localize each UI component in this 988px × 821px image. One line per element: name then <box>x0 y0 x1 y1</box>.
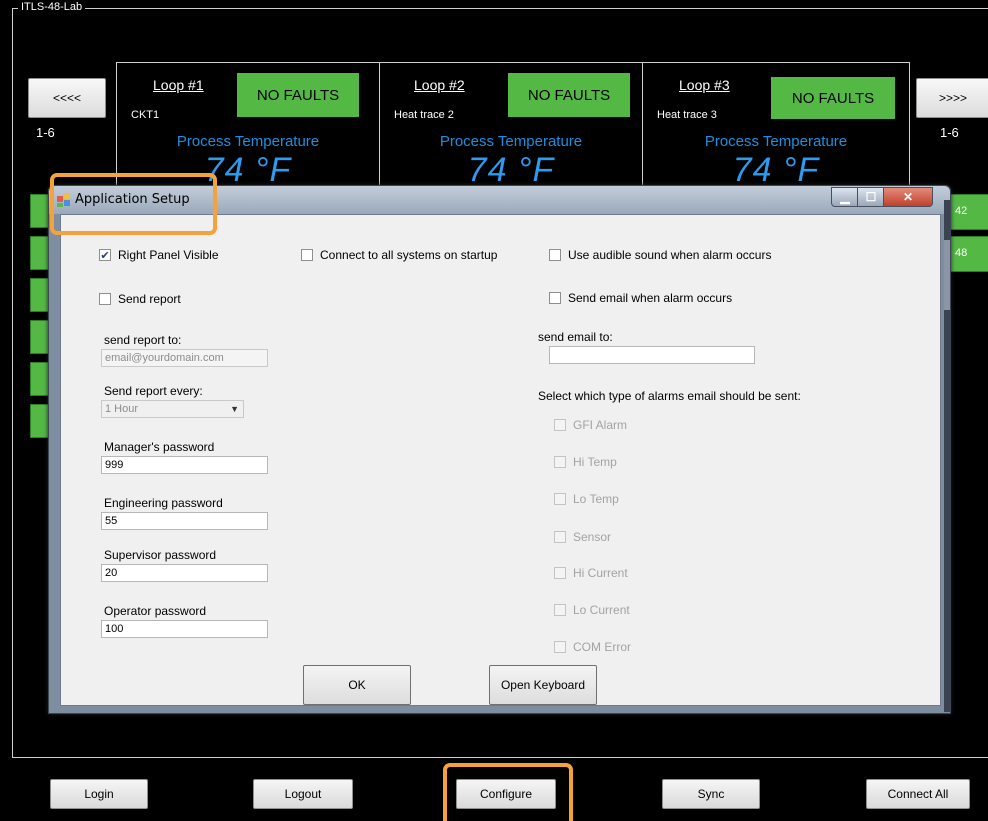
checkbox-box <box>554 531 566 543</box>
engineering-password-field[interactable]: 55 <box>101 512 268 530</box>
close-button[interactable]: ✕ <box>883 187 933 207</box>
logout-button[interactable]: Logout <box>253 779 353 809</box>
checkbox-box <box>554 419 566 431</box>
supervisor-password-field[interactable]: 20 <box>101 564 268 582</box>
loop-circuit-name: Heat trace 2 <box>394 109 454 121</box>
operator-password-label: Operator password <box>104 604 207 618</box>
loop-title[interactable]: Loop #3 <box>679 77 730 93</box>
fault-status-badge: NO FAULTS <box>771 77 895 119</box>
checkmark-icon: ✔ <box>99 249 111 262</box>
connect-all-button[interactable]: Connect All <box>866 779 970 809</box>
process-temperature-label: Process Temperature <box>704 133 848 150</box>
checkbox-box <box>554 567 566 579</box>
loop-panel-1[interactable]: Loop #1 CKT1 NO FAULTS Process Temperatu… <box>116 62 380 189</box>
right-tile-label: 48 <box>955 247 968 259</box>
checkbox-label: Lo Current <box>573 603 630 617</box>
process-temperature-label: Process Temperature <box>176 133 320 150</box>
gfi-alarm-checkbox[interactable]: GFI Alarm <box>554 418 627 432</box>
left-page-range: 1-6 <box>36 125 55 140</box>
select-value: 1 Hour <box>105 403 139 415</box>
process-temperature-label: Process Temperature <box>439 133 583 150</box>
send-email-checkbox[interactable]: Send email when alarm occurs <box>549 291 732 305</box>
close-icon: ✕ <box>902 190 914 204</box>
checkbox-label: Hi Current <box>573 566 628 580</box>
checkbox-box <box>549 292 561 304</box>
loop-circuit-name: Heat trace 3 <box>657 109 717 121</box>
report-every-label: Send report every: <box>104 384 203 398</box>
checkbox-label: Right Panel Visible <box>118 248 219 262</box>
checkbox-label: GFI Alarm <box>573 418 628 432</box>
dialog-content: ✔ Right Panel Visible Connect to all sys… <box>60 214 941 706</box>
audible-alarm-checkbox[interactable]: Use audible sound when alarm occurs <box>549 248 771 262</box>
report-every-select[interactable]: 1 Hour ▼ <box>101 400 244 418</box>
right-page-range: 1-6 <box>940 125 959 140</box>
sensor-checkbox[interactable]: Sensor <box>554 530 611 544</box>
minimize-button[interactable]: ▁ <box>831 187 859 207</box>
right-loop-tile[interactable]: 48 <box>946 236 988 272</box>
engineering-password-label: Engineering password <box>104 496 223 510</box>
checkbox-label: Send email when alarm occurs <box>568 291 733 305</box>
chevron-down-icon: ▼ <box>230 404 239 414</box>
scrollbar-thumb[interactable] <box>944 240 950 310</box>
operator-password-field[interactable]: 100 <box>101 620 268 638</box>
application-setup-dialog: Application Setup ▁ ☐ ✕ ✔ Right Panel Vi… <box>48 185 951 714</box>
checkbox-label: Use audible sound when alarm occurs <box>568 248 772 262</box>
checkbox-label: Hi Temp <box>573 455 617 469</box>
loop-title[interactable]: Loop #1 <box>153 77 204 93</box>
lo-temp-checkbox[interactable]: Lo Temp <box>554 492 619 506</box>
maximize-button[interactable]: ☐ <box>857 187 885 207</box>
alarm-types-label: Select which type of alarms email should… <box>538 389 801 403</box>
report-to-label: send report to: <box>104 333 182 347</box>
right-panel-visible-checkbox[interactable]: ✔ Right Panel Visible <box>99 248 219 262</box>
connect-all-startup-checkbox[interactable]: Connect to all systems on startup <box>301 248 497 262</box>
right-tile-label: 42 <box>955 205 968 217</box>
hi-temp-checkbox[interactable]: Hi Temp <box>554 455 617 469</box>
sync-button[interactable]: Sync <box>662 779 760 809</box>
group-box-title: ITLS-48-Lab <box>18 1 86 13</box>
login-button[interactable]: Login <box>50 779 148 809</box>
email-to-label: send email to: <box>538 330 613 344</box>
checkbox-label: Send report <box>118 292 181 306</box>
email-to-field[interactable] <box>549 346 755 364</box>
loop-circuit-name: CKT1 <box>131 109 160 121</box>
lo-current-checkbox[interactable]: Lo Current <box>554 603 630 617</box>
manager-password-field[interactable]: 999 <box>101 456 268 474</box>
next-page-button[interactable]: >>>> <box>916 78 988 118</box>
checkbox-label: Lo Temp <box>573 492 619 506</box>
report-to-field[interactable]: email@yourdomain.com <box>101 349 268 367</box>
com-error-checkbox[interactable]: COM Error <box>554 640 631 654</box>
loop-panel-3[interactable]: Loop #3 Heat trace 3 NO FAULTS Process T… <box>642 62 910 189</box>
checkbox-box <box>554 641 566 653</box>
configure-button-highlight <box>443 763 573 821</box>
open-keyboard-button[interactable]: Open Keyboard <box>489 665 597 705</box>
send-report-checkbox[interactable]: Send report <box>99 292 181 306</box>
supervisor-password-label: Supervisor password <box>104 548 217 562</box>
checkbox-box <box>549 249 561 261</box>
loop-panel-2[interactable]: Loop #2 Heat trace 2 NO FAULTS Process T… <box>379 62 643 189</box>
checkbox-label: Sensor <box>573 530 612 544</box>
checkbox-label: Connect to all systems on startup <box>320 248 498 262</box>
fault-status-badge: NO FAULTS <box>237 73 359 117</box>
manager-password-label: Manager's password <box>104 440 215 454</box>
checkbox-box <box>301 249 313 261</box>
minimize-icon: ▁ <box>840 190 850 204</box>
maximize-icon: ☐ <box>865 190 877 204</box>
checkbox-label: COM Error <box>573 640 631 654</box>
ok-button[interactable]: OK <box>303 665 411 705</box>
previous-page-button[interactable]: <<<< <box>28 78 106 118</box>
checkbox-box <box>99 293 111 305</box>
checkbox-box <box>554 456 566 468</box>
hi-current-checkbox[interactable]: Hi Current <box>554 566 628 580</box>
loop-title[interactable]: Loop #2 <box>414 77 465 93</box>
fault-status-badge: NO FAULTS <box>508 73 630 117</box>
right-loop-tile[interactable]: 42 <box>946 194 988 230</box>
checkbox-box <box>554 493 566 505</box>
dialog-title-highlight <box>50 173 217 235</box>
checkbox-box <box>554 604 566 616</box>
